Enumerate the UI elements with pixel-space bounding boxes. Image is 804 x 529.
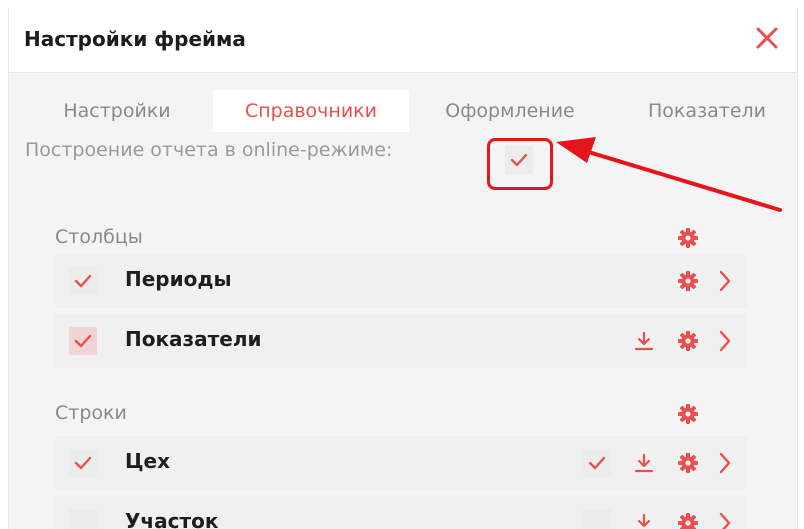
item-label: Участок (125, 509, 219, 529)
check-icon (588, 456, 606, 470)
columns-section-title: Столбцы (55, 226, 143, 248)
item-label: Периоды (125, 267, 232, 291)
highlight-frame (487, 138, 553, 190)
check-icon (74, 274, 92, 288)
close-icon[interactable] (751, 22, 783, 54)
check-icon (74, 456, 92, 470)
tab-bar: Настройки Справочники Оформление Показат… (9, 90, 797, 132)
chevron-right-icon[interactable] (717, 329, 733, 353)
download-icon[interactable] (633, 512, 655, 529)
list-item: Цех (55, 436, 747, 490)
gear-icon[interactable] (677, 452, 699, 474)
item-label: Цех (125, 449, 171, 473)
tab-indicators[interactable]: Показатели (615, 90, 797, 132)
item-checkbox[interactable] (69, 327, 97, 355)
rows-section-title: Строки (55, 402, 127, 424)
list-item: Показатели (55, 314, 747, 368)
item-label: Показатели (125, 327, 262, 351)
dialog-title: Настройки фрейма (24, 27, 246, 51)
chevron-right-icon[interactable] (717, 451, 733, 475)
rows-gear-icon[interactable] (677, 403, 699, 425)
item-checkbox[interactable] (69, 267, 97, 295)
columns-gear-icon[interactable] (677, 227, 699, 249)
online-mode-label: Построение отчета в online-режиме: (25, 139, 393, 161)
dialog-titlebar: Настройки фрейма (9, 8, 797, 73)
gear-icon[interactable] (677, 330, 699, 352)
download-icon[interactable] (633, 330, 655, 352)
tab-settings[interactable]: Настройки (37, 90, 197, 132)
gear-icon[interactable] (677, 512, 699, 529)
download-icon[interactable] (633, 452, 655, 474)
check-icon (74, 334, 92, 348)
tab-references[interactable]: Справочники (213, 90, 409, 132)
gear-icon[interactable] (677, 270, 699, 292)
list-item: Периоды (55, 254, 747, 308)
chevron-right-icon[interactable] (717, 269, 733, 293)
extra-checkbox[interactable] (583, 509, 611, 529)
item-checkbox[interactable] (69, 509, 97, 529)
list-item: Участок (55, 496, 747, 529)
tab-design[interactable]: Оформление (417, 90, 603, 132)
chevron-right-icon[interactable] (717, 511, 733, 529)
item-checkbox[interactable] (69, 449, 97, 477)
extra-checkbox[interactable] (583, 449, 611, 477)
frame-settings-dialog: Настройки фрейма Настройки Справочники О… (8, 8, 798, 529)
